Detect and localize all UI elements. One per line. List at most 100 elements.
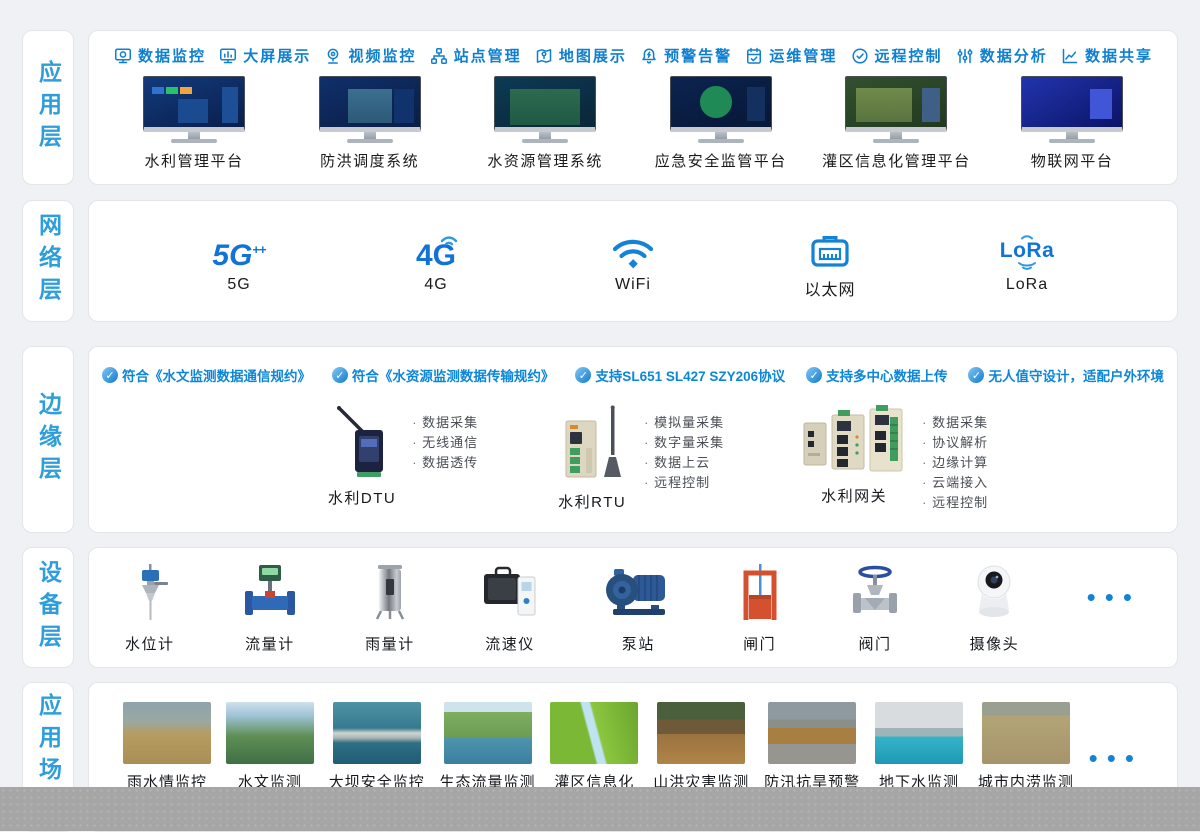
network-layer-card: 5G++ 5G 4G 4G WiFi 以太网 LoRa: [88, 200, 1178, 322]
platform-screenshot: [143, 76, 245, 132]
function-label: 视频监控: [348, 45, 416, 66]
scenario-photo: [123, 702, 211, 764]
check-icon: [968, 367, 984, 383]
rtu-device-image: [556, 405, 628, 488]
scenario-item: 灌区信息化: [550, 702, 638, 792]
network-item-5g: 5G++ 5G: [191, 227, 287, 300]
check-icon: [102, 367, 118, 383]
function-item-ops-manage: 运维管理: [744, 45, 837, 66]
platform-label: 应急安全监管平台: [655, 150, 787, 171]
network-label: 以太网: [804, 276, 855, 300]
scenario-photo: [444, 702, 532, 764]
platform-item: 水资源管理系统: [466, 76, 624, 171]
function-label: 数据分析: [980, 45, 1048, 66]
edge-device-name: 水利RTU: [558, 491, 626, 512]
edge-device-row: 水利DTU 数据采集 无线通信 数据透传 水利RTU 模拟量采集 数字量采集 数…: [89, 405, 1177, 513]
check-icon: [575, 367, 591, 383]
platform-label: 物联网平台: [1031, 150, 1114, 171]
device-item-sluice-gate: 闸门: [739, 563, 781, 654]
platform-screenshot: [1021, 76, 1123, 132]
scenario-photo: [550, 702, 638, 764]
function-item-data-analysis: 数据分析: [955, 45, 1048, 66]
scenario-item: 大坝安全监控: [329, 702, 425, 792]
function-label: 远程控制: [875, 45, 943, 66]
remote-control-icon: [850, 46, 870, 66]
certification-item: 支持多中心数据上传: [806, 365, 948, 385]
platform-monitor: [670, 76, 772, 143]
scenario-item: 城市内涝监测: [978, 702, 1074, 792]
more-devices-dots: •••: [1087, 582, 1141, 635]
scenario-photo: [657, 702, 745, 764]
function-label: 地图展示: [559, 45, 627, 66]
edge-device-name: 水利DTU: [328, 487, 396, 508]
platform-label: 防洪调度系统: [320, 150, 419, 171]
device-label: 摄像头: [970, 633, 1020, 654]
lora-icon: LoRa: [1000, 227, 1055, 271]
layer-label-network: 网络层: [37, 213, 60, 309]
bottom-gray-bar: [0, 787, 1200, 831]
device-item-flow-meter: 流量计: [242, 563, 298, 654]
scenario-photo: [875, 702, 963, 764]
scenario-item: 防汛抗旱预警: [764, 702, 860, 792]
scenario-photo: [333, 702, 421, 764]
device-item-camera: 摄像头: [969, 563, 1019, 654]
dtu-device-image: [331, 405, 393, 484]
5g-icon: 5G++: [212, 227, 265, 271]
function-label: 大屏展示: [243, 45, 311, 66]
device-label: 闸门: [743, 633, 776, 654]
platform-item: 水利管理平台: [115, 76, 273, 171]
valve-icon: [848, 563, 902, 626]
device-item-valve: 阀门: [848, 563, 902, 654]
platform-label: 灌区信息化管理平台: [822, 150, 971, 171]
function-item-alert-warning: 预警告警: [639, 45, 732, 66]
edge-device-name: 水利网关: [821, 485, 887, 506]
data-analysis-icon: [955, 46, 975, 66]
edge-device-features: 模拟量采集 数字量采集 数据上云 远程控制: [644, 413, 724, 513]
device-label: 雨量计: [365, 633, 415, 654]
function-item-site-manage: 站点管理: [429, 45, 522, 66]
certification-row: 符合《水文监测数据通信规约》 符合《水资源监测数据传输规约》 支持SL651 S…: [89, 347, 1177, 385]
camera-icon: [969, 563, 1019, 626]
certification-item: 无人值守设计，适配户外环境: [968, 365, 1164, 385]
device-label: 泵站: [622, 633, 655, 654]
device-item-water-level: 水位计: [125, 563, 175, 654]
network-label: 5G: [227, 276, 250, 294]
edge-device-dtu: 水利DTU 数据采集 无线通信 数据透传: [328, 405, 478, 513]
sidebar-layer-device: 设备层: [22, 547, 74, 668]
scenario-photo: [982, 702, 1070, 764]
network-label: LoRa: [1006, 276, 1048, 294]
ops-manage-icon: [744, 46, 764, 66]
page: 应用层 网络层 边缘层 设备层 应用场景 数据监控 大屏展示 视频监控: [0, 0, 1200, 831]
application-layer-card: 数据监控 大屏展示 视频监控 站点管理 地图展示 预警告警: [88, 30, 1178, 185]
pump-station-icon: [605, 567, 671, 626]
function-item-map-display: 地图展示: [534, 45, 627, 66]
platform-monitor: [319, 76, 421, 143]
big-screen-icon: [218, 46, 238, 66]
edge-device-gateway: 水利网关 数据采集 协议解析 边缘计算 云端接入 远程控制: [802, 405, 988, 513]
function-label: 站点管理: [454, 45, 522, 66]
function-item-remote-control: 远程控制: [850, 45, 943, 66]
network-label: 4G: [424, 276, 447, 294]
wifi-icon: [610, 227, 656, 271]
scenario-item: 雨水情监控: [123, 702, 211, 792]
scenario-photo: [226, 702, 314, 764]
sidebar-layer-edge: 边缘层: [22, 346, 74, 533]
scenario-row: 雨水情监控 水文监测 大坝安全监控 生态流量监测 灌区信息化 山洪灾害监测 防汛…: [89, 683, 1177, 792]
function-label: 数据监控: [138, 45, 206, 66]
device-label: 流速仪: [485, 633, 535, 654]
platform-row: 水利管理平台 防洪调度系统 水资源管理系统 应急安全监管平台 灌区信息化管理平台…: [89, 66, 1177, 171]
scenario-item: 生态流量监测: [440, 702, 536, 792]
layer-label-device: 设备层: [37, 560, 60, 656]
gateway-device-image: [802, 405, 906, 482]
edge-layer-card: 符合《水文监测数据通信规约》 符合《水资源监测数据传输规约》 支持SL651 S…: [88, 346, 1178, 533]
scenario-item: 山洪灾害监测: [653, 702, 749, 792]
platform-screenshot: [670, 76, 772, 132]
platform-item: 防洪调度系统: [291, 76, 449, 171]
network-label: WiFi: [615, 276, 651, 294]
function-item-data-monitor: 数据监控: [113, 45, 206, 66]
4g-icon: 4G: [416, 227, 456, 271]
sluice-gate-icon: [739, 563, 781, 626]
function-label: 运维管理: [769, 45, 837, 66]
edge-device-features: 数据采集 无线通信 数据透传: [412, 413, 478, 513]
platform-item: 灌区信息化管理平台: [817, 76, 975, 171]
